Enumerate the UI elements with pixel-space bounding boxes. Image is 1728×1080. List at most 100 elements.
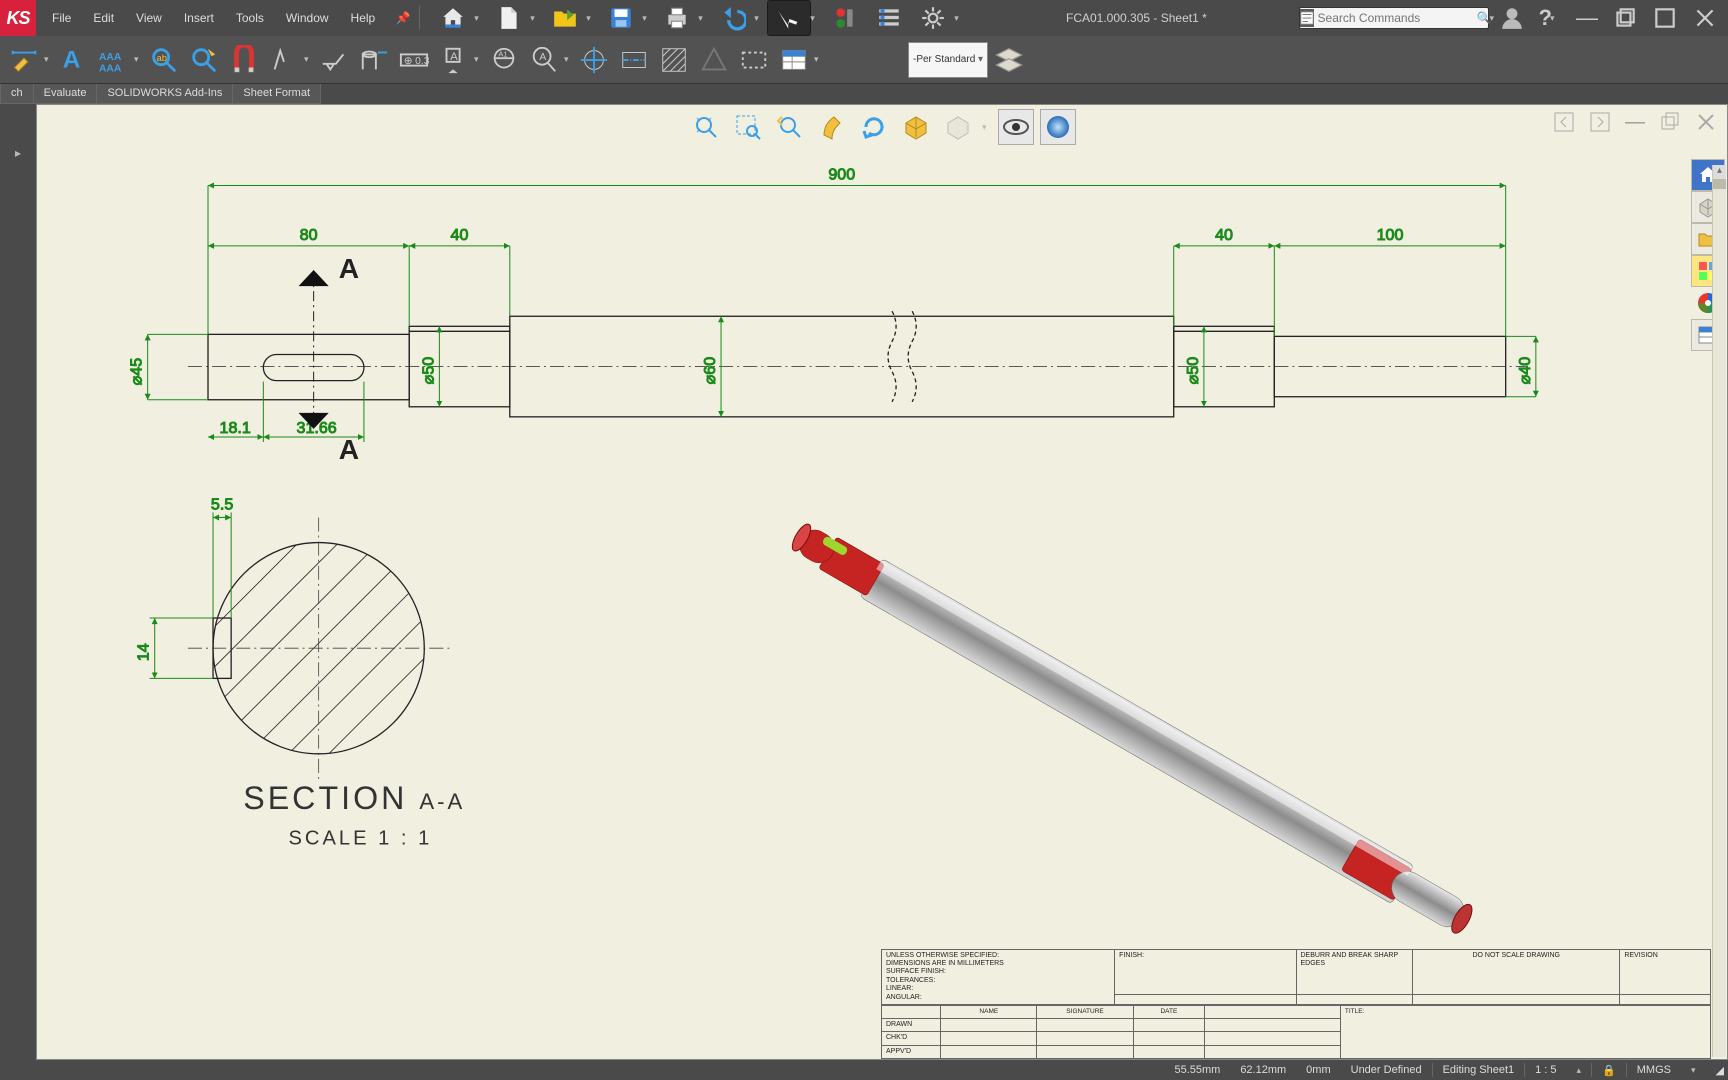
restore-window-icon[interactable] [1612,5,1638,31]
magnetic-line-tool[interactable] [224,40,264,80]
search-input[interactable] [1314,11,1477,25]
home-button[interactable] [432,1,474,35]
menu-window[interactable]: Window [276,5,339,31]
dropdown-icon[interactable]: ▾ [954,13,964,24]
note-tool[interactable]: A [54,40,94,80]
document-title: FCA01.000.305 - Sheet1 * [974,11,1298,25]
menu-view[interactable]: View [126,5,172,31]
svg-text:A: A [63,46,81,73]
print-button[interactable] [656,1,698,35]
dropdown-icon[interactable]: ▴ [1567,1065,1592,1076]
dropdown-icon[interactable]: ▾ [586,13,596,24]
drawing-canvas[interactable]: 900 80 40 40 100 ⌀45 ⌀50 [37,105,1727,1051]
dim-18: 18.1 [220,419,251,437]
balloon-tool[interactable]: A [524,40,564,80]
expand-tree-icon[interactable]: ▸ [15,146,21,160]
dropdown-icon[interactable]: ▾ [134,54,144,65]
status-grip-icon[interactable]: ◢ [1706,1064,1728,1077]
menu-insert[interactable]: Insert [174,5,224,31]
dropdown-icon[interactable]: ▾ [810,13,820,24]
weld-symbol-tool[interactable] [314,40,354,80]
status-x: 55.55mm [1164,1064,1230,1076]
save-button[interactable] [600,1,642,35]
dropdown-icon[interactable]: ▾ [564,54,574,65]
select-button[interactable] [768,1,810,35]
dropdown-icon[interactable]: ▾ [474,13,484,24]
dropdown-icon[interactable]: ▾ [698,13,708,24]
dim-100: 100 [1377,226,1404,244]
svg-text:A: A [450,51,458,63]
area-hatch-tool[interactable] [654,40,694,80]
dim-40a: 40 [451,226,469,244]
new-button[interactable] [488,1,530,35]
tab-addins[interactable]: SOLIDWORKS Add-Ins [97,84,233,104]
tables-tool[interactable] [774,40,814,80]
pin-icon[interactable]: 📌 [391,11,415,25]
svg-text:A: A [539,52,546,63]
settings-button[interactable] [912,1,954,35]
dim-d50b: ⌀50 [1184,357,1202,385]
geometric-tolerance-tool[interactable]: ⊕ 0.3 [394,40,434,80]
status-units[interactable]: MMGS [1627,1064,1681,1076]
dropdown-icon[interactable]: ▾ [304,54,314,65]
smart-dimension-tool[interactable] [4,40,44,80]
dropdown-icon[interactable]: ▾ [530,13,540,24]
undo-button[interactable] [712,1,754,35]
dropdown-icon[interactable]: ▾ [474,54,484,65]
dim-14: 14 [135,643,153,661]
tab-evaluate[interactable]: Evaluate [34,84,98,104]
maximize-window-icon[interactable] [1652,5,1678,31]
menu-file[interactable]: File [42,5,81,31]
options-button[interactable] [868,1,910,35]
menu-edit[interactable]: Edit [83,5,124,31]
svg-text:A: A [339,434,359,465]
dropdown-icon[interactable]: ▾ [814,54,824,65]
tab-sheetformat[interactable]: Sheet Format [233,84,321,104]
svg-text:AAA: AAA [99,52,122,63]
revision-cloud-tool[interactable] [734,40,774,80]
open-button[interactable] [544,1,586,35]
dropdown-icon[interactable]: ▾ [1550,13,1560,24]
revision-symbol-tool[interactable] [694,40,734,80]
svg-text:A1: A1 [498,49,507,58]
surface-finish-tool[interactable] [264,40,304,80]
title-block: UNLESS OTHERWISE SPECIFIED: DIMENSIONS A… [881,949,1711,1059]
user-icon[interactable] [1499,5,1525,31]
datum-feature-tool[interactable]: A [434,40,474,80]
iso-view [785,515,1479,941]
menu-help[interactable]: Help [341,5,386,31]
status-defined: Under Defined [1341,1064,1432,1076]
dim-5p5: 5.5 [211,495,233,513]
datum-target-tool[interactable]: A1 [484,40,524,80]
svg-text:SECTION A-A: SECTION A-A [243,780,465,816]
menu-tools[interactable]: Tools [226,5,274,31]
dim-d40: ⌀40 [1516,357,1534,385]
rebuild-button[interactable] [824,1,866,35]
linear-note-pattern-tool[interactable]: AAAAAA [94,40,134,80]
minimize-window-icon[interactable]: — [1576,5,1598,31]
menu-bar: File Edit View Insert Tools Window Help [36,5,391,31]
layer-stack-icon[interactable] [994,45,1024,75]
dropdown-icon[interactable]: ▾ [642,13,652,24]
centerline-tool[interactable] [614,40,654,80]
format-painter-tool[interactable] [184,40,224,80]
front-view [188,311,1526,417]
spell-check-tool[interactable]: ab [144,40,184,80]
svg-text:⊕ 0.3: ⊕ 0.3 [404,55,429,66]
dim-d50a: ⌀50 [419,357,437,385]
status-scale[interactable]: 1 : 5 [1525,1064,1566,1076]
hole-callout-tool[interactable] [354,40,394,80]
status-lock-icon[interactable]: 🔒 [1592,1064,1626,1077]
tab-sketch[interactable]: ch [0,84,34,104]
search-commands[interactable]: 🔍 ▾ [1299,7,1489,29]
svg-text:ab: ab [157,52,167,62]
dropdown-icon[interactable]: ▾ [44,54,54,65]
search-flyout-icon[interactable] [1300,9,1314,27]
centermark-tool[interactable] [574,40,614,80]
drawing-sheet[interactable]: ▾ — ▴ [36,104,1728,1060]
feature-tree-collapsed[interactable]: ▸ [0,104,36,1060]
dropdown-icon[interactable]: ▾ [1681,1065,1706,1076]
dropdown-icon[interactable]: ▾ [754,13,764,24]
close-window-icon[interactable] [1692,5,1718,31]
layer-line-style[interactable]: -Per Standard▾ [908,42,988,78]
